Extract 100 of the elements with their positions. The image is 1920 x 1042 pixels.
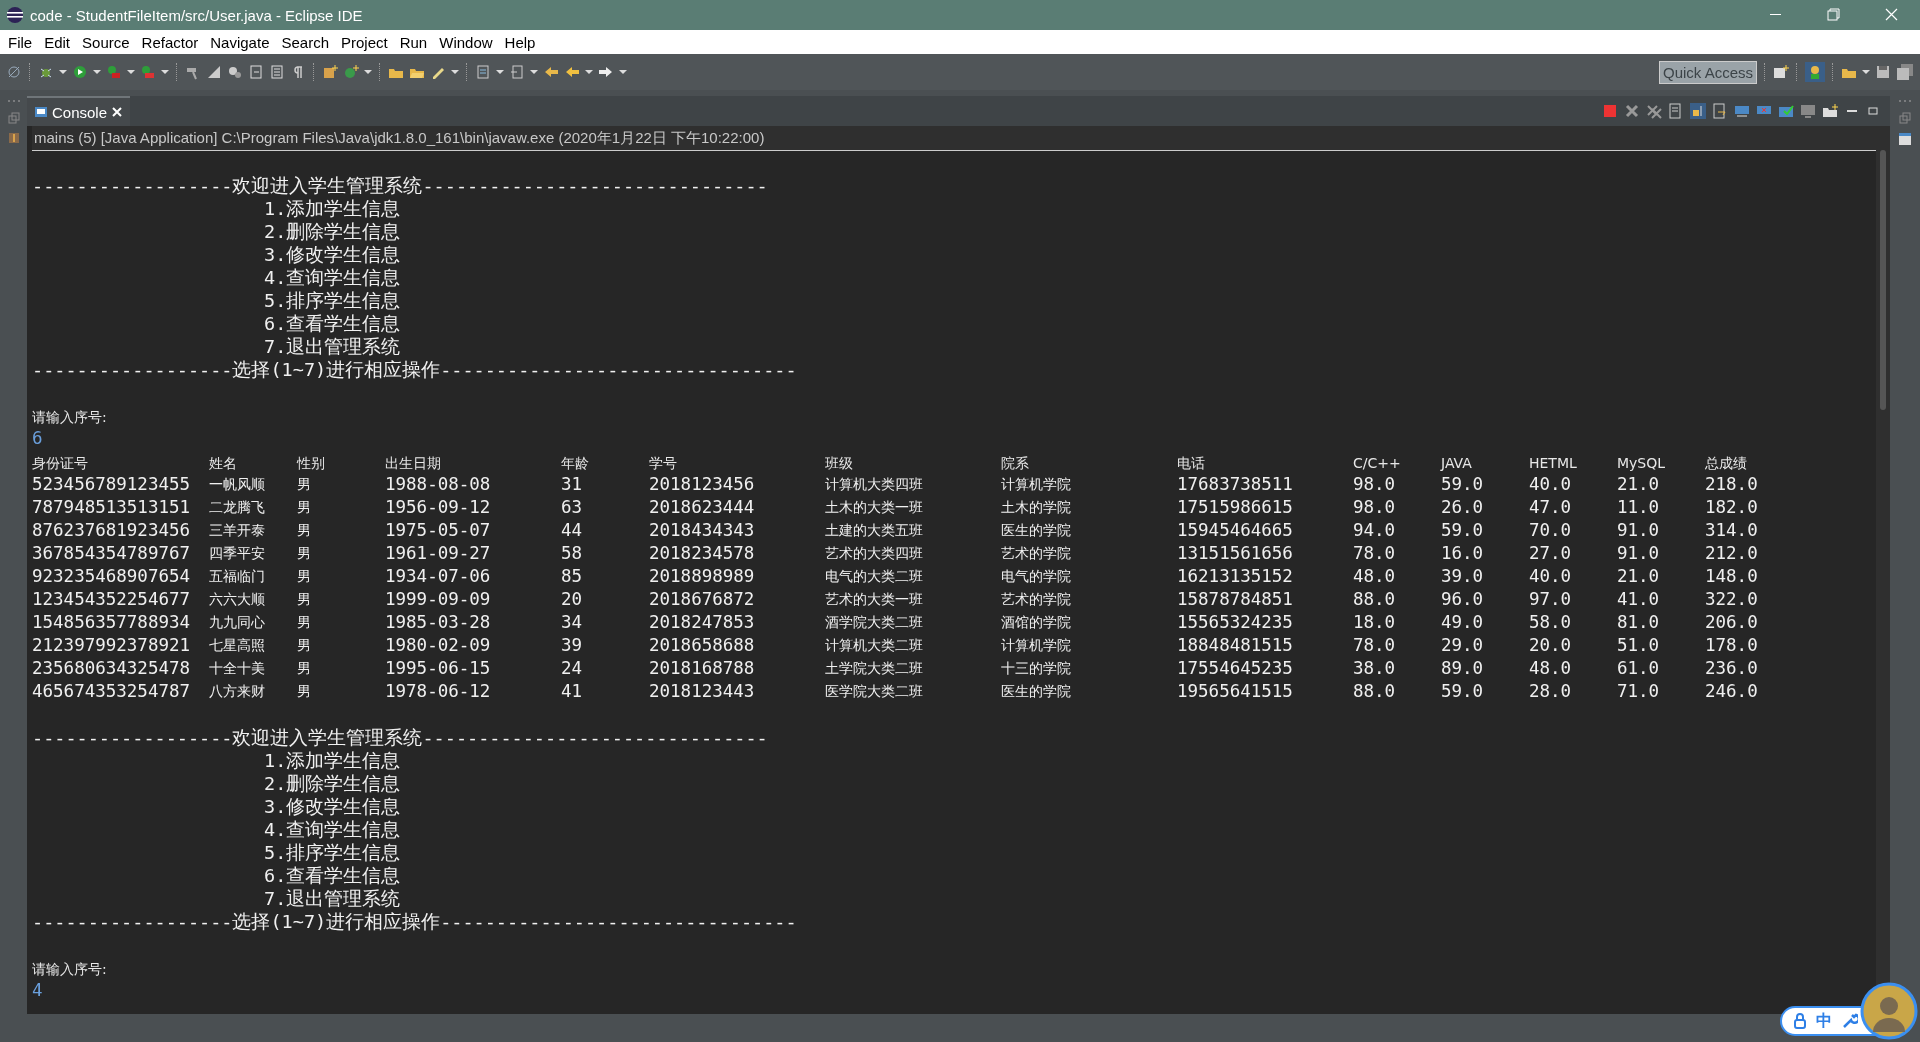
- column-header: 总成绩: [1705, 455, 1747, 471]
- forward-icon[interactable]: [598, 64, 614, 80]
- console-line: ------------------欢迎进入学生管理系统-------------------------------: [32, 174, 769, 197]
- table-cell: 465674353254787: [32, 681, 191, 701]
- wedge-icon[interactable]: [206, 64, 222, 80]
- menu-item[interactable]: File: [2, 33, 39, 51]
- table-cell: 367854354789767: [32, 543, 191, 563]
- table-cell: 876237681923456: [32, 520, 191, 540]
- save-icon[interactable]: [1875, 64, 1891, 80]
- menu-item[interactable]: Refactor: [135, 33, 205, 51]
- show-output-icon[interactable]: [1734, 103, 1750, 119]
- table-cell: 47.0: [1529, 497, 1572, 517]
- menu-item[interactable]: Run: [393, 33, 434, 51]
- menu-item[interactable]: Window: [433, 33, 499, 51]
- column-header: 身份证号: [32, 455, 88, 471]
- window-title: code - StudentFileItem/src/User.java - Eclipse IDE: [30, 6, 364, 24]
- remove-launch-icon[interactable]: [1624, 103, 1640, 119]
- new-class-icon[interactable]: [322, 64, 338, 80]
- table-cell: 四季平安: [209, 545, 265, 561]
- table-cell: 15565324235: [1177, 612, 1293, 632]
- table-cell: 58.0: [1529, 612, 1572, 632]
- table-cell: 2018623444: [649, 497, 755, 517]
- menu-item[interactable]: Source: [76, 33, 136, 51]
- table-cell: 酒馆的学院: [1001, 614, 1071, 630]
- save-all-icon[interactable]: [1896, 64, 1914, 80]
- table-cell: 1978-06-12: [385, 681, 491, 701]
- entered-number-text: 4: [32, 980, 43, 1000]
- table-cell: 29.0: [1441, 635, 1484, 655]
- table-cell: 40.0: [1529, 474, 1572, 494]
- table-cell: 医学院大类二班: [825, 683, 923, 699]
- remove-all-icon[interactable]: [1646, 103, 1662, 119]
- table-cell: 计算机学院: [1001, 476, 1071, 492]
- table-cell: 16213135152: [1177, 566, 1293, 586]
- close-icon[interactable]: [112, 107, 123, 117]
- menu-item[interactable]: Project: [335, 33, 394, 51]
- table-cell: 八方来财: [209, 683, 265, 699]
- table-cell: 61.0: [1617, 658, 1660, 678]
- console-tab[interactable]: Console: [27, 96, 131, 126]
- table-cell: 96.0: [1441, 589, 1484, 609]
- table-cell: 212397992378921: [32, 635, 191, 655]
- table-cell: 89.0: [1441, 658, 1484, 678]
- table-cell: 1999-09-09: [385, 589, 491, 609]
- table-cell: 19565641515: [1177, 681, 1293, 701]
- column-header: 班级: [825, 455, 853, 471]
- table-cell: 男: [297, 637, 311, 653]
- menu-item[interactable]: Help: [498, 33, 542, 51]
- perspective-icon[interactable]: [1773, 64, 1789, 80]
- column-header: C/C++: [1353, 455, 1401, 471]
- play-icon[interactable]: [72, 64, 88, 80]
- scrollbar-thumb[interactable]: [1880, 150, 1886, 410]
- view-menu-icon[interactable]: [1898, 98, 1912, 104]
- table-cell: 78.0: [1353, 635, 1396, 655]
- table-cell: 49.0: [1441, 612, 1484, 632]
- table-cell: 六六大顺: [209, 591, 265, 607]
- document-lines-icon[interactable]: [269, 64, 285, 80]
- column-header: 性别: [297, 455, 325, 471]
- table-cell: 1956-09-12: [385, 497, 491, 517]
- table-cell: 88.0: [1353, 681, 1396, 701]
- back-icon[interactable]: [564, 64, 580, 80]
- table-cell: 98.0: [1353, 474, 1396, 494]
- console-line: 6.查看学生信息: [264, 865, 401, 886]
- table-cell: 123454352254677: [32, 589, 191, 609]
- back-edit-icon[interactable]: [543, 64, 559, 80]
- table-cell: 314.0: [1705, 520, 1758, 540]
- table-cell: 二龙腾飞: [209, 499, 265, 515]
- menu-item[interactable]: Search: [275, 33, 335, 51]
- table-cell: 85: [561, 566, 583, 586]
- table-cell: 男: [297, 660, 311, 676]
- console-line: 7.退出管理系统: [264, 336, 401, 357]
- table-cell: 土木的大类一班: [825, 499, 923, 515]
- table-cell: 2018123443: [649, 681, 755, 701]
- table-cell: 2018123456: [649, 474, 755, 494]
- table-cell: 九九同心: [209, 614, 265, 630]
- column-header: HETML: [1529, 455, 1577, 471]
- clear-console-icon[interactable]: [1668, 103, 1684, 119]
- menu-item[interactable]: Edit: [38, 33, 77, 51]
- terminate-icon[interactable]: [1602, 103, 1618, 119]
- input-mode-toggle[interactable]: 中: [1816, 1010, 1832, 1032]
- column-header: JAVA: [1441, 455, 1472, 471]
- table-cell: 五福临门: [209, 568, 265, 584]
- table-cell: 44: [561, 520, 583, 540]
- table-cell: 154856357788934: [32, 612, 191, 632]
- table-cell: 28.0: [1529, 681, 1572, 701]
- menu-item[interactable]: Navigate: [204, 33, 276, 51]
- table-cell: 48.0: [1529, 658, 1572, 678]
- table-cell: 236.0: [1705, 658, 1758, 678]
- view-menu-icon[interactable]: [6, 98, 21, 104]
- table-cell: 计算机大类二班: [825, 637, 923, 653]
- table-cell: 男: [297, 545, 311, 561]
- console-line: 6.查看学生信息: [264, 313, 401, 334]
- table-cell: 27.0: [1529, 543, 1572, 563]
- avatar[interactable]: [1860, 982, 1918, 1040]
- new-console-icon[interactable]: [1822, 103, 1838, 119]
- lock-icon[interactable]: [1794, 1013, 1806, 1029]
- wrench-icon[interactable]: [1842, 1013, 1858, 1029]
- quick-access-field[interactable]: Quick Access: [1658, 60, 1757, 84]
- table-cell: 206.0: [1705, 612, 1758, 632]
- console-line: ------------------欢迎进入学生管理系统-------------------------------: [32, 726, 769, 749]
- table-cell: 医生的学院: [1001, 683, 1071, 699]
- table-cell: 15945464665: [1177, 520, 1293, 540]
